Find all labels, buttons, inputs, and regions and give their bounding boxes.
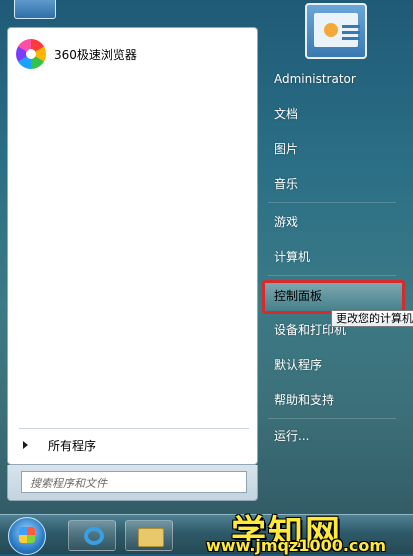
folder-icon (138, 528, 164, 547)
right-separator (268, 202, 396, 203)
right-item-run[interactable]: 运行... (268, 424, 408, 448)
right-item-music[interactable]: 音乐 (268, 172, 408, 196)
right-item-computer[interactable]: 计算机 (268, 245, 408, 269)
right-separator (268, 275, 396, 276)
windows-logo-icon (19, 527, 35, 543)
all-programs-button[interactable]: 所有程序 (17, 433, 249, 457)
taskbar-ie-button[interactable] (68, 520, 116, 551)
control-panel-tooltip: 更改您的计算机 (331, 310, 413, 327)
right-item-administrator[interactable]: Administrator (268, 67, 408, 91)
right-item-help-support[interactable]: 帮助和支持 (268, 388, 408, 412)
start-orb-button[interactable] (8, 517, 46, 555)
right-item-documents[interactable]: 文档 (268, 102, 408, 126)
right-item-pictures[interactable]: 图片 (268, 137, 408, 161)
desktop-icon[interactable] (14, 0, 56, 19)
internet-explorer-icon (84, 527, 104, 545)
right-item-default-programs[interactable]: 默认程序 (268, 353, 408, 377)
user-avatar[interactable] (305, 3, 367, 59)
pinned-item-360-browser[interactable]: 360极速浏览器 (12, 36, 248, 72)
watermark-url: www.jmqz1000.com (206, 536, 387, 555)
360-browser-icon (16, 39, 46, 69)
all-programs-label: 所有程序 (48, 438, 97, 453)
right-item-control-panel[interactable]: 控制面板 (268, 284, 408, 308)
pinned-item-label: 360极速浏览器 (54, 47, 137, 62)
search-input[interactable]: 搜索程序和文件 (21, 471, 247, 493)
avatar-image (314, 13, 360, 47)
right-item-games[interactable]: 游戏 (268, 210, 408, 234)
right-separator (268, 418, 396, 419)
taskbar-explorer-button[interactable] (125, 520, 173, 551)
start-menu-left-pane: 360极速浏览器 所有程序 (7, 27, 258, 465)
all-programs-separator (19, 428, 249, 429)
arrow-right-icon (23, 441, 28, 449)
search-area: 搜索程序和文件 (7, 465, 258, 501)
